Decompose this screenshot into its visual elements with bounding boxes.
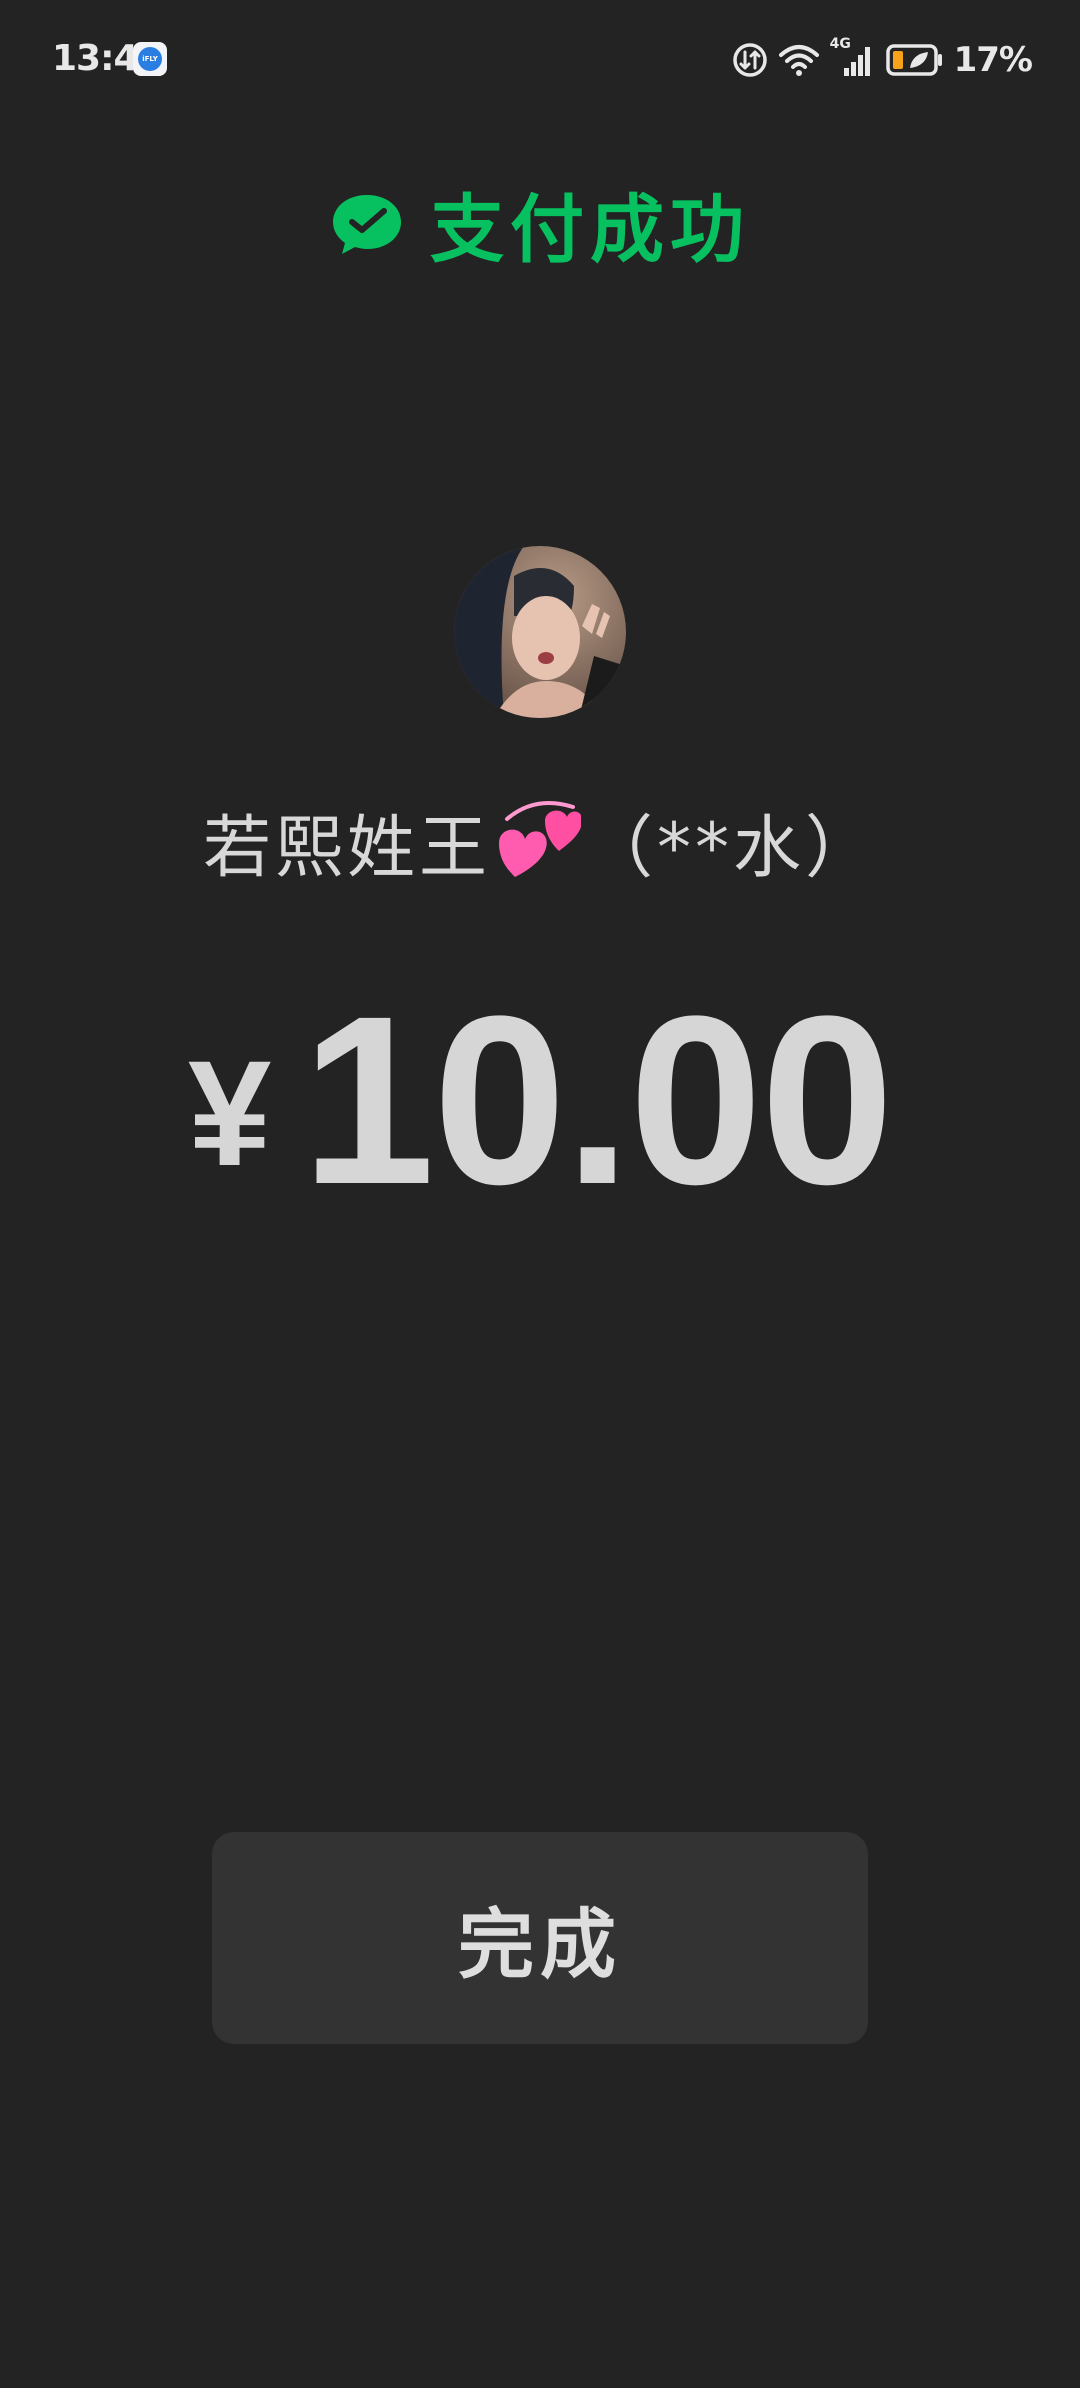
- status-bar: 13:47 iFLY 4G 17%: [0, 0, 1080, 120]
- currency-symbol: ¥: [187, 1029, 272, 1197]
- payment-result-header: 支付成功: [0, 170, 1080, 277]
- battery-icon: [885, 44, 942, 76]
- payment-success-title: 支付成功: [430, 187, 750, 273]
- revolving-hearts-icon: [495, 799, 583, 894]
- wifi-icon: [778, 45, 819, 76]
- payee-name: 若熙姓王 （**水）: [0, 792, 1080, 894]
- battery-percentage: 17%: [953, 40, 1033, 80]
- wechat-pay-icon: [333, 194, 401, 254]
- data-saver-icon: [732, 43, 767, 77]
- payee-display-name: 若熙姓王: [202, 809, 491, 888]
- payment-amount: ¥ 10.00: [0, 980, 1080, 1220]
- done-button[interactable]: 完成: [212, 1832, 868, 2044]
- amount-value: 10.00: [301, 966, 894, 1234]
- payee-avatar: [454, 546, 626, 718]
- ifly-app-icon: iFLY: [133, 42, 167, 76]
- payee-masked-name: （**水）: [585, 809, 878, 888]
- cellular-signal-icon: 4G: [830, 36, 876, 78]
- status-icons: 4G 17%: [732, 36, 1033, 80]
